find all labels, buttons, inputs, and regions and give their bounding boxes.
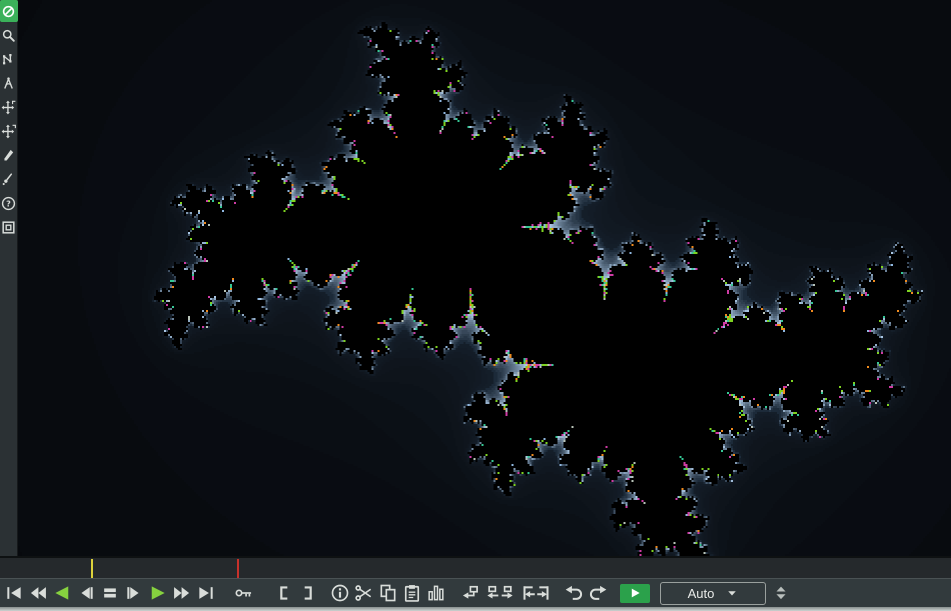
redo-icon bbox=[588, 583, 608, 603]
step-right-icon bbox=[124, 583, 144, 603]
help-icon bbox=[1, 196, 16, 211]
move-tool-a-button[interactable] bbox=[0, 96, 18, 118]
measure-tool-button[interactable] bbox=[0, 72, 18, 94]
timeline[interactable] bbox=[0, 556, 951, 578]
info-icon bbox=[330, 583, 350, 603]
fast-forward-icon bbox=[172, 583, 192, 603]
goto-start-button[interactable] bbox=[2, 581, 26, 605]
goto-end-button[interactable] bbox=[194, 581, 218, 605]
pingpong-icon bbox=[483, 583, 517, 603]
set-in-point-button[interactable] bbox=[272, 581, 296, 605]
knife-tool-button[interactable] bbox=[0, 144, 18, 166]
stop-icon bbox=[100, 583, 120, 603]
undo-button[interactable] bbox=[562, 581, 586, 605]
frame-tool-button[interactable] bbox=[0, 216, 18, 238]
bottom-resize-handle[interactable] bbox=[0, 607, 951, 611]
step-forward-button[interactable] bbox=[122, 581, 146, 605]
playhead-marker[interactable] bbox=[91, 559, 93, 578]
knife-icon bbox=[1, 148, 16, 163]
skip-end-icon bbox=[196, 583, 216, 603]
bracket-right-icon bbox=[298, 583, 318, 603]
move-tool-b-button[interactable] bbox=[0, 120, 18, 142]
transport-controls bbox=[2, 581, 218, 605]
up-down-arrows-icon bbox=[773, 584, 789, 602]
polyline-icon bbox=[1, 52, 16, 67]
compass-icon bbox=[1, 76, 16, 91]
copy-button[interactable] bbox=[376, 581, 400, 605]
cache-marker bbox=[237, 559, 239, 578]
move-corner-a-icon bbox=[1, 100, 16, 115]
key-icon bbox=[234, 583, 254, 603]
help-button[interactable] bbox=[0, 192, 18, 214]
play-solid-icon bbox=[628, 586, 642, 600]
set-out-point-button[interactable] bbox=[296, 581, 320, 605]
play-right-icon bbox=[148, 583, 168, 603]
scissors-icon bbox=[354, 583, 374, 603]
render-button[interactable] bbox=[620, 584, 650, 603]
cut-button[interactable] bbox=[352, 581, 376, 605]
undo-icon bbox=[564, 583, 584, 603]
brush-tool-button[interactable] bbox=[0, 168, 18, 190]
edit-controls bbox=[218, 581, 650, 605]
pingpong-playback-button[interactable] bbox=[482, 581, 518, 605]
no-tool-button[interactable] bbox=[0, 0, 18, 22]
playback-rate-dropdown[interactable]: Auto bbox=[660, 582, 766, 605]
play-forward-button[interactable] bbox=[146, 581, 170, 605]
range-icon bbox=[519, 583, 553, 603]
jump-to-marker-button[interactable] bbox=[458, 581, 482, 605]
app-window: Auto bbox=[0, 0, 951, 611]
fractal-viewport[interactable] bbox=[18, 0, 951, 556]
magnifier-icon bbox=[1, 28, 16, 43]
paste-button[interactable] bbox=[400, 581, 424, 605]
skip-start-icon bbox=[4, 583, 24, 603]
circle-slash-icon bbox=[1, 4, 16, 19]
paste-icon bbox=[402, 583, 422, 603]
bracket-left-icon bbox=[274, 583, 294, 603]
step-left-icon bbox=[76, 583, 96, 603]
chevron-down-icon bbox=[726, 587, 738, 599]
play-backward-button[interactable] bbox=[50, 581, 74, 605]
redo-button[interactable] bbox=[586, 581, 610, 605]
viewer-canvas-area bbox=[18, 0, 951, 556]
stop-button[interactable] bbox=[98, 581, 122, 605]
step-back-button[interactable] bbox=[74, 581, 98, 605]
move-corner-b-icon bbox=[1, 124, 16, 139]
tool-sidebar bbox=[0, 0, 18, 556]
zoom-tool-button[interactable] bbox=[0, 24, 18, 46]
marker-jump-icon bbox=[460, 583, 480, 603]
fast-rewind-button[interactable] bbox=[26, 581, 50, 605]
copy-icon bbox=[378, 583, 398, 603]
rewind-icon bbox=[28, 583, 48, 603]
playback-range-button[interactable] bbox=[518, 581, 554, 605]
key-button[interactable] bbox=[232, 581, 256, 605]
frame-icon bbox=[1, 220, 16, 235]
polyline-tool-button[interactable] bbox=[0, 48, 18, 70]
histogram-button[interactable] bbox=[424, 581, 448, 605]
viewer-row bbox=[0, 0, 951, 556]
frame-spinner[interactable] bbox=[773, 584, 789, 602]
play-left-icon bbox=[52, 583, 72, 603]
brush-icon bbox=[1, 172, 16, 187]
fast-forward-button[interactable] bbox=[170, 581, 194, 605]
histogram-icon bbox=[426, 583, 446, 603]
playback-rate-value: Auto bbox=[688, 586, 715, 601]
playback-toolbar: Auto bbox=[0, 578, 951, 607]
info-button[interactable] bbox=[328, 581, 352, 605]
